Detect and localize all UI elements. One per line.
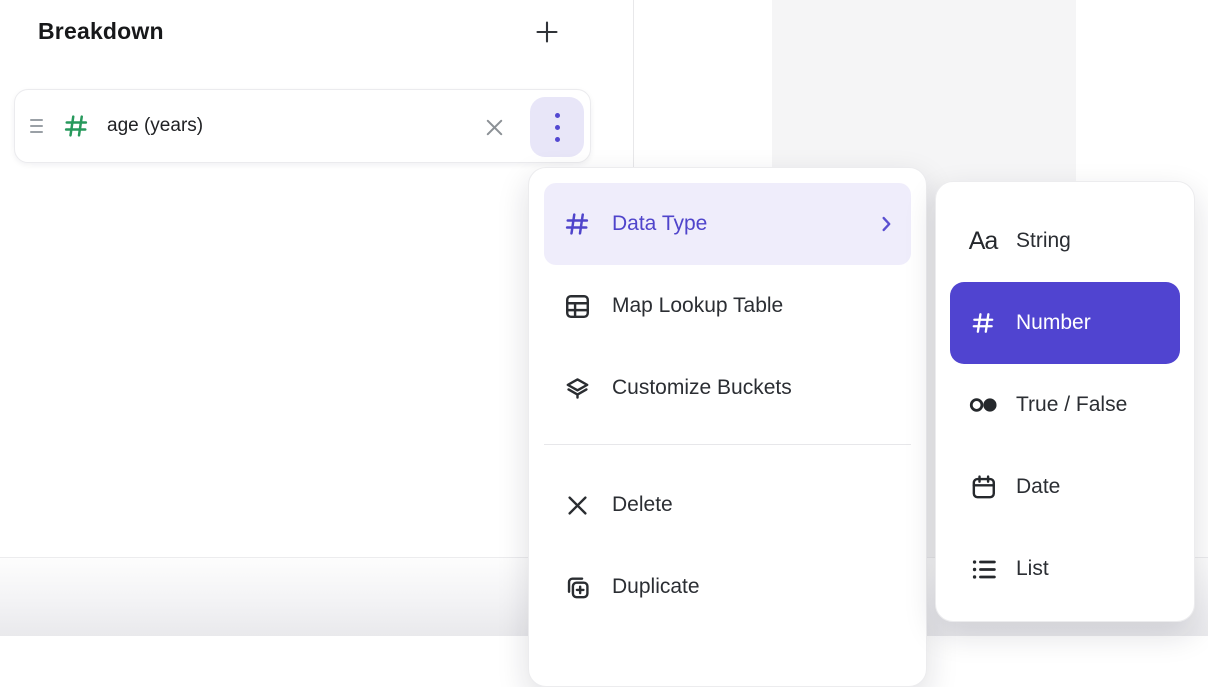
- hash-icon: [966, 309, 1000, 337]
- calendar-icon: [966, 473, 1000, 502]
- stack-icon: [560, 374, 594, 403]
- x-icon: [560, 492, 594, 519]
- remove-field-button[interactable]: [476, 90, 512, 164]
- submenu-item-number[interactable]: Number: [950, 282, 1180, 364]
- copy-plus-icon: [560, 573, 594, 602]
- menu-item-data-type[interactable]: Data Type: [544, 183, 911, 265]
- submenu-item-label: Number: [1016, 311, 1170, 335]
- hash-icon: [560, 209, 594, 239]
- submenu-item-string[interactable]: Aa String: [950, 200, 1180, 282]
- field-context-menu: Data Type Map Lookup Table Customize Buc…: [528, 167, 927, 687]
- menu-item-label: Customize Buckets: [612, 376, 897, 400]
- page-title: Breakdown: [38, 18, 164, 45]
- kebab-dot: [555, 113, 560, 118]
- submenu-item-list[interactable]: List: [950, 528, 1180, 610]
- menu-item-customize-buckets[interactable]: Customize Buckets: [544, 347, 911, 429]
- menu-item-duplicate[interactable]: Duplicate: [544, 546, 911, 628]
- menu-item-map-lookup-table[interactable]: Map Lookup Table: [544, 265, 911, 347]
- kebab-dot: [555, 125, 560, 130]
- plus-icon: [533, 18, 561, 46]
- data-type-submenu: Aa String Number True / False Date: [935, 181, 1195, 622]
- true-false-circles-icon: [966, 392, 1000, 418]
- string-aa-icon: Aa: [966, 227, 1000, 256]
- menu-item-label: Delete: [612, 493, 897, 517]
- submenu-item-label: String: [1016, 229, 1170, 253]
- field-options-kebab-button[interactable]: [530, 97, 584, 157]
- drag-handle-icon[interactable]: [30, 119, 43, 133]
- list-icon: [966, 555, 1000, 584]
- submenu-item-label: True / False: [1016, 393, 1170, 417]
- submenu-item-label: List: [1016, 557, 1170, 581]
- submenu-item-true-false[interactable]: True / False: [950, 364, 1180, 446]
- menu-item-label: Duplicate: [612, 575, 897, 599]
- number-hash-icon: [59, 111, 93, 141]
- submenu-item-date[interactable]: Date: [950, 446, 1180, 528]
- menu-item-delete[interactable]: Delete: [544, 464, 911, 546]
- table-icon: [560, 292, 594, 321]
- submenu-item-label: Date: [1016, 475, 1170, 499]
- menu-item-label: Map Lookup Table: [612, 294, 897, 318]
- breakdown-field-card[interactable]: age (years): [14, 89, 591, 163]
- chevron-right-icon: [875, 213, 897, 235]
- menu-item-label: Data Type: [612, 212, 875, 236]
- field-name-label: age (years): [107, 115, 203, 137]
- kebab-dot: [555, 137, 560, 142]
- menu-divider: [544, 444, 911, 445]
- add-breakdown-button[interactable]: [531, 16, 563, 48]
